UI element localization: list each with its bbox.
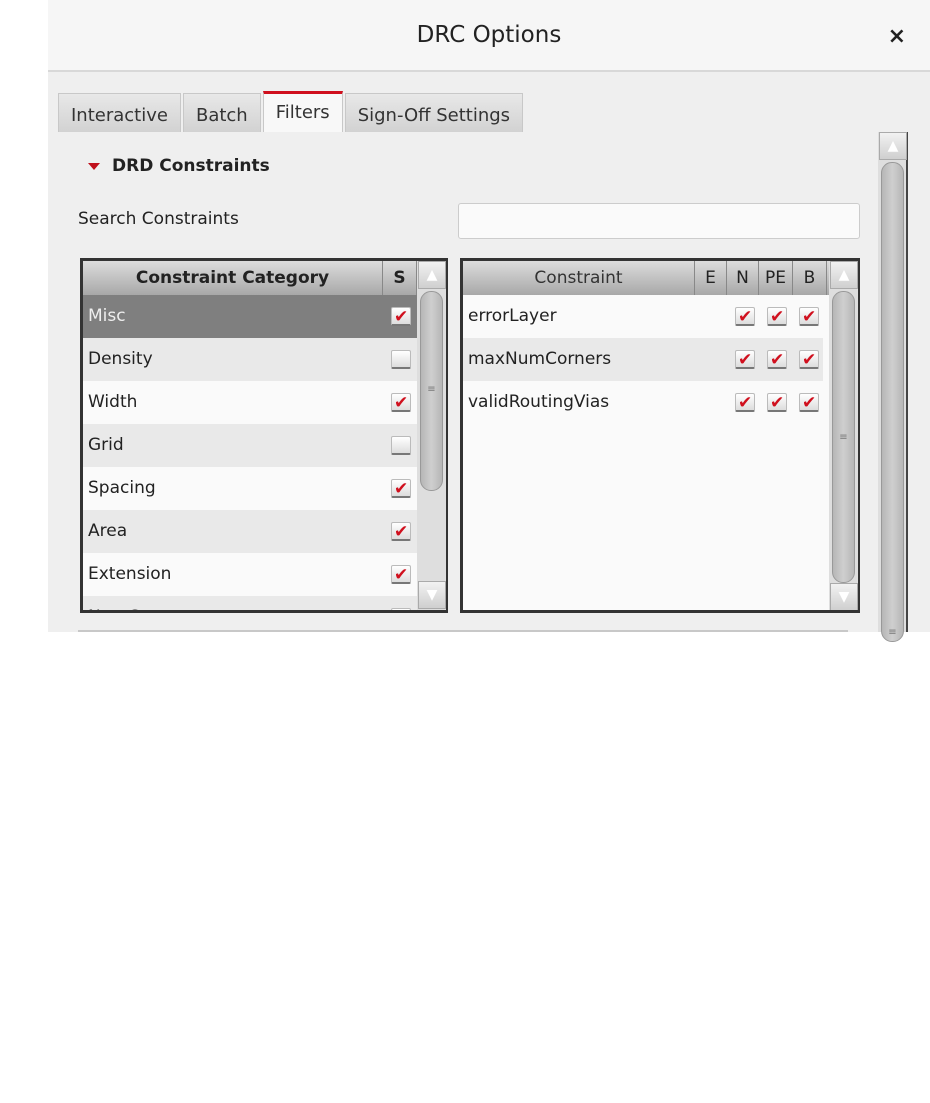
drc-options-dialog: DRC Options × Interactive Batch Filters … [48, 0, 930, 642]
pe-checkbox[interactable] [767, 382, 787, 425]
scroll-down-button[interactable]: ▼ [830, 583, 858, 610]
tab-filters[interactable]: Filters [262, 91, 343, 132]
scroll-thumb[interactable]: ≡ [420, 291, 443, 491]
category-row[interactable]: NumCuts [83, 596, 417, 610]
dialog-title: DRC Options [416, 22, 562, 48]
header-constraint-category[interactable]: Constraint Category [83, 261, 383, 295]
s-checkbox[interactable] [391, 511, 411, 554]
section-title: DRD Constraints [112, 156, 270, 176]
table-header: Constraint E N PE B [463, 261, 829, 295]
close-icon[interactable]: × [888, 24, 906, 49]
scroll-up-button[interactable]: ▲ [830, 261, 858, 289]
category-row[interactable]: Extension [83, 553, 417, 597]
s-checkbox[interactable] [391, 468, 411, 511]
header-e[interactable]: E [695, 261, 727, 295]
scroll-thumb[interactable]: ≡ [832, 291, 855, 583]
category-name: Area [88, 521, 128, 541]
category-name: Width [88, 392, 138, 412]
header-pe[interactable]: PE [759, 261, 793, 295]
title-bar: DRC Options × [48, 0, 930, 72]
constraint-name: validRoutingVias [468, 392, 610, 412]
n-checkbox[interactable] [735, 296, 755, 339]
s-checkbox[interactable] [391, 554, 411, 597]
category-name: Density [88, 349, 153, 369]
tab-bar: Interactive Batch Filters Sign-Off Setti… [58, 91, 525, 132]
divider [78, 630, 848, 632]
constraint-row[interactable]: errorLayer [463, 295, 823, 339]
category-name: Grid [88, 435, 124, 455]
category-row[interactable]: Spacing [83, 467, 417, 511]
header-b[interactable]: B [793, 261, 827, 295]
tab-interactive[interactable]: Interactive [58, 93, 181, 132]
constraint-category-table: Constraint Category S Misc Density Width Gr… [80, 258, 448, 613]
drd-constraints-toggle[interactable]: DRD Constraints [88, 156, 270, 176]
b-checkbox[interactable] [799, 296, 819, 339]
table-header: Constraint Category S [83, 261, 417, 295]
page-scrollbar[interactable]: ▲ ≡ [878, 132, 908, 642]
category-row[interactable]: Area [83, 510, 417, 554]
category-row[interactable]: Width [83, 381, 417, 425]
category-row[interactable]: Misc [83, 295, 417, 339]
category-row[interactable]: Grid [83, 424, 417, 467]
scroll-thumb[interactable]: ≡ [881, 162, 904, 642]
category-name: Spacing [88, 478, 156, 498]
header-s[interactable]: S [383, 261, 417, 295]
constraint-table: Constraint E N PE B errorLayer maxNumCorn… [460, 258, 860, 613]
constraint-name: maxNumCorners [468, 349, 612, 369]
search-label: Search Constraints [78, 209, 239, 229]
pe-checkbox[interactable] [767, 296, 787, 339]
tab-batch[interactable]: Batch [182, 93, 261, 132]
b-checkbox[interactable] [799, 382, 819, 425]
b-checkbox[interactable] [799, 339, 819, 382]
search-constraints-input[interactable] [458, 203, 860, 239]
header-constraint[interactable]: Constraint [463, 261, 695, 295]
header-n[interactable]: N [727, 261, 759, 295]
pe-checkbox[interactable] [767, 339, 787, 382]
s-checkbox[interactable] [391, 296, 411, 339]
constraint-row[interactable]: validRoutingVias [463, 381, 823, 425]
tab-sign-off-settings[interactable]: Sign-Off Settings [344, 93, 524, 132]
constraint-name: errorLayer [468, 306, 557, 326]
n-checkbox[interactable] [735, 339, 755, 382]
scroll-up-button[interactable]: ▲ [879, 132, 907, 160]
scroll-up-button[interactable]: ▲ [418, 261, 446, 289]
s-checkbox[interactable] [391, 436, 411, 455]
category-name: NumCuts [88, 607, 166, 610]
s-checkbox[interactable] [391, 350, 411, 369]
constraint-scrollbar[interactable]: ▲ ≡ ▼ [829, 261, 858, 610]
constraint-row[interactable]: maxNumCorners [463, 338, 823, 382]
category-scrollbar[interactable]: ▲ ≡ ▼ [417, 261, 446, 610]
category-name: Misc [88, 306, 126, 326]
collapse-triangle-icon [88, 162, 100, 170]
scroll-down-button[interactable]: ▼ [418, 581, 446, 609]
s-checkbox[interactable] [391, 597, 411, 610]
s-checkbox[interactable] [391, 382, 411, 425]
n-checkbox[interactable] [735, 382, 755, 425]
category-row[interactable]: Density [83, 338, 417, 381]
category-name: Extension [88, 564, 172, 584]
